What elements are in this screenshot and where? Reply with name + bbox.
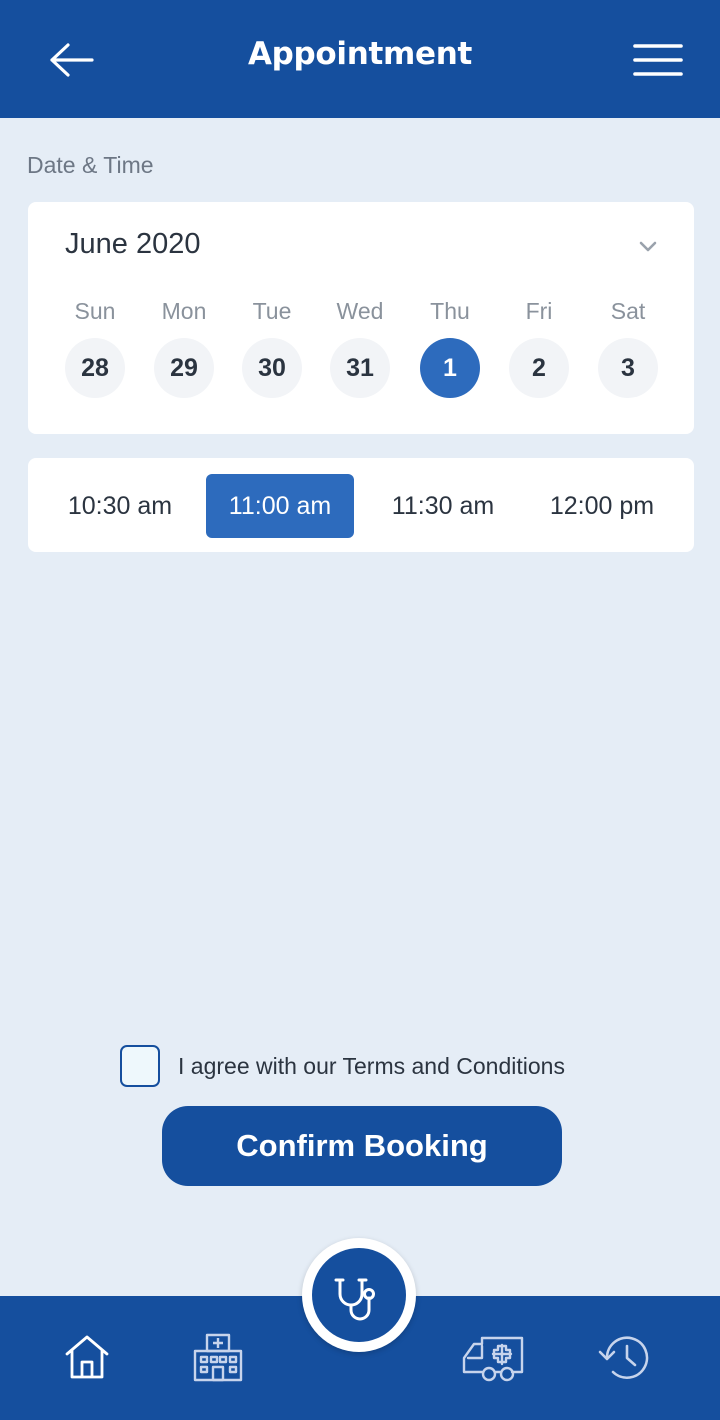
ambulance-icon[interactable] <box>460 1332 528 1389</box>
time-slots-card: 10:30 am 11:00 am 11:30 am 12:00 pm <box>28 458 694 552</box>
app-header: Appointment <box>0 0 720 118</box>
day-button-2[interactable]: 2 <box>509 338 569 398</box>
stethoscope-icon <box>334 1278 375 1321</box>
day-column-thu: Thu 1 <box>415 296 485 398</box>
stethoscope-fab-button[interactable] <box>302 1238 416 1352</box>
day-button-30[interactable]: 30 <box>242 338 302 398</box>
confirm-booking-button[interactable]: Confirm Booking <box>162 1106 562 1186</box>
day-name: Wed <box>336 298 384 324</box>
time-slot-1100-selected[interactable]: 11:00 am <box>206 474 354 538</box>
day-button-1-selected[interactable]: 1 <box>420 338 480 398</box>
fab-inner-circle <box>312 1248 406 1342</box>
hamburger-menu-icon[interactable] <box>632 40 684 80</box>
day-name: Sun <box>74 298 116 324</box>
page-title: Appointment <box>247 36 473 72</box>
day-name: Sat <box>610 298 646 324</box>
day-button-29[interactable]: 29 <box>154 338 214 398</box>
day-name: Mon <box>161 298 207 324</box>
back-arrow-icon[interactable] <box>46 38 98 82</box>
day-name: Thu <box>430 298 470 324</box>
day-column-tue: Tue 30 <box>237 296 307 398</box>
terms-label: I agree with our Terms and Conditions <box>178 1053 565 1079</box>
day-column-sat: Sat 3 <box>593 296 663 398</box>
home-icon[interactable] <box>62 1332 112 1387</box>
day-button-28[interactable]: 28 <box>65 338 125 398</box>
month-label: June 2020 <box>65 228 201 260</box>
day-name: Tue <box>252 298 292 324</box>
history-icon[interactable] <box>596 1332 654 1389</box>
calendar-card: June 2020 Sun 28 Mon 29 Tue 30 Wed 31 Th… <box>28 202 694 434</box>
terms-checkbox[interactable] <box>120 1045 160 1087</box>
time-slot-1130[interactable]: 11:30 am <box>366 474 520 538</box>
day-column-fri: Fri 2 <box>504 296 574 398</box>
day-column-mon: Mon 29 <box>149 296 219 398</box>
day-button-31[interactable]: 31 <box>330 338 390 398</box>
time-slot-1030[interactable]: 10:30 am <box>46 474 194 538</box>
day-name: Fri <box>525 298 553 324</box>
time-slot-1200[interactable]: 12:00 pm <box>528 474 676 538</box>
day-button-3[interactable]: 3 <box>598 338 658 398</box>
day-column-wed: Wed 31 <box>325 296 395 398</box>
hospital-icon[interactable] <box>190 1332 246 1389</box>
day-column-sun: Sun 28 <box>60 296 130 398</box>
section-label-date-time: Date & Time <box>27 152 154 178</box>
chevron-down-icon[interactable] <box>634 236 662 258</box>
